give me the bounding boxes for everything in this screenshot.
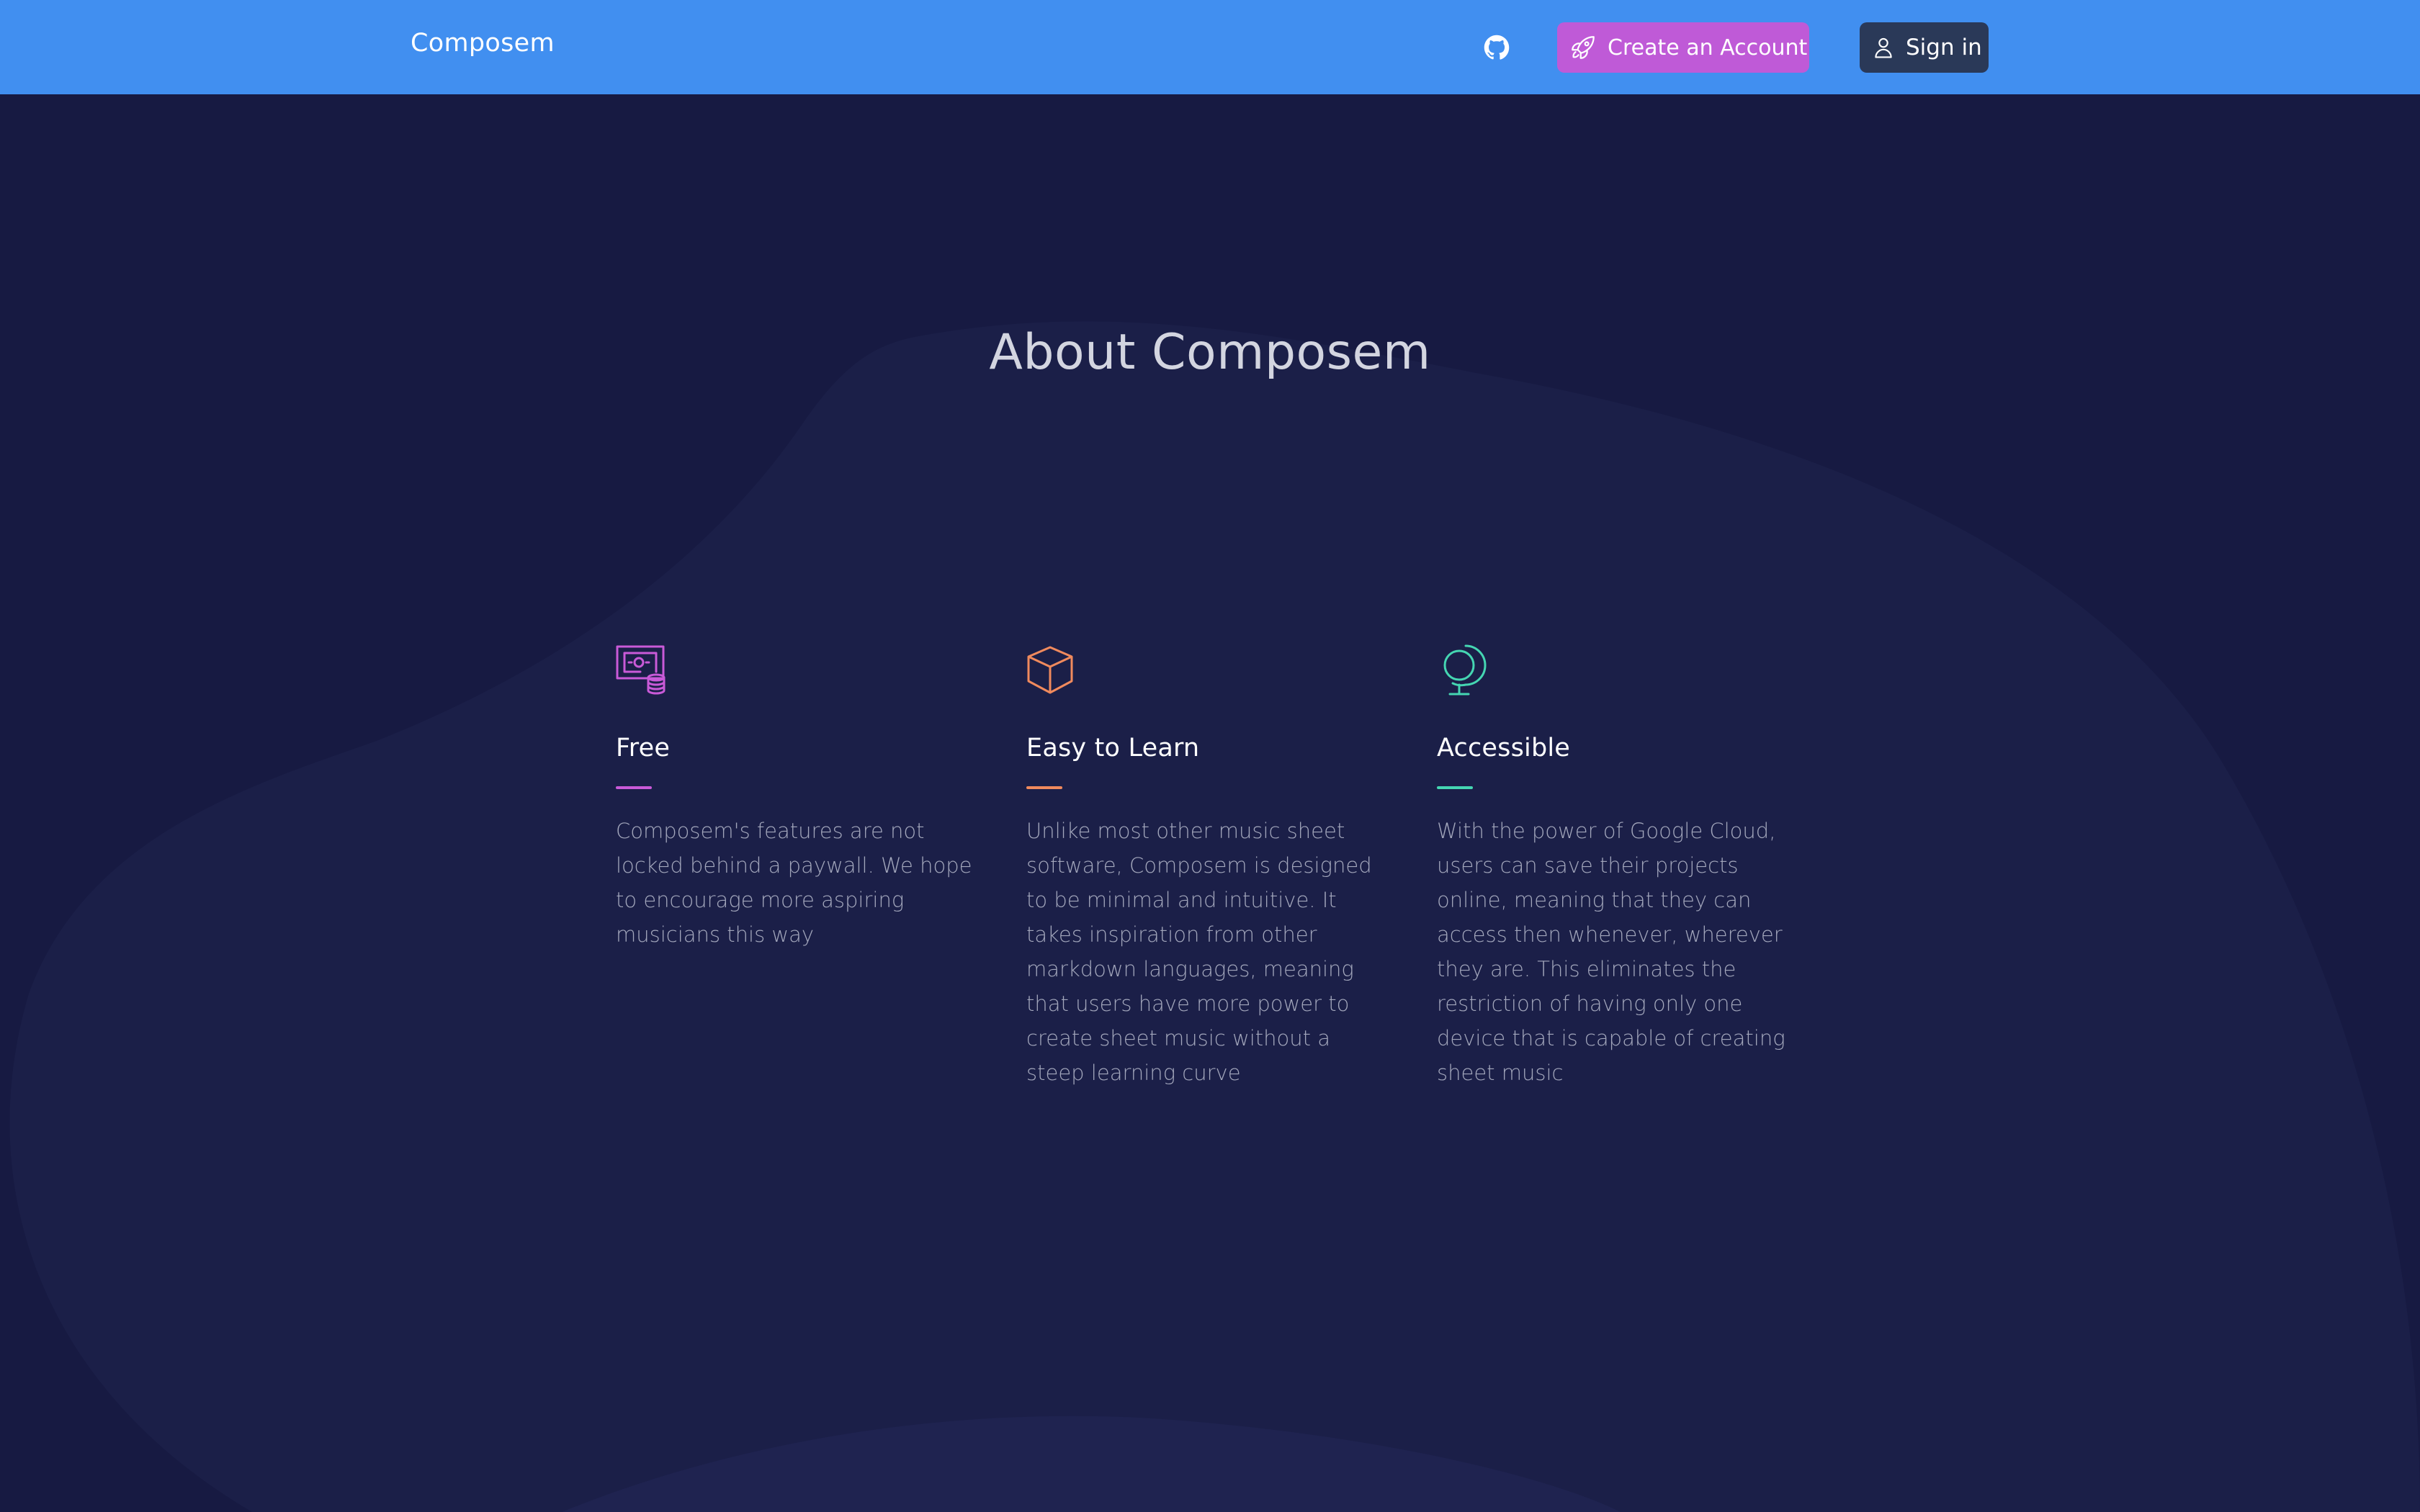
create-account-label: Create an Account — [1608, 35, 1808, 60]
feature-easy-to-learn: Easy to Learn Unlike most other music sh… — [1026, 644, 1394, 1090]
create-account-button[interactable]: Create an Account — [1557, 22, 1809, 73]
cash-icon — [616, 645, 666, 695]
feature-description: Unlike most other music sheet software, … — [1026, 819, 1372, 1085]
feature-description: With the power of Google Cloud, users ca… — [1437, 819, 1785, 1085]
rocket-icon — [1572, 36, 1595, 59]
sign-in-button[interactable]: Sign in — [1860, 22, 1989, 73]
feature-divider — [1026, 786, 1062, 789]
globe-icon — [1443, 644, 1487, 696]
feature-description: Composem's features are not locked behin… — [616, 819, 972, 947]
user-icon — [1875, 37, 1892, 58]
feature-divider — [1437, 786, 1473, 789]
sign-in-label: Sign in — [1906, 35, 1982, 60]
brand-logo-text[interactable]: Composem — [411, 29, 555, 58]
about-title: About Composem — [989, 324, 1431, 381]
cube-icon — [1027, 646, 1073, 694]
feature-accessible: Accessible With the power of Google Clou… — [1437, 644, 1804, 1090]
feature-title: Easy to Learn — [1026, 734, 1200, 762]
feature-title: Free — [616, 734, 671, 762]
github-icon[interactable] — [1482, 32, 1512, 63]
top-navbar: Composem Create an Account Sign in — [0, 0, 2420, 94]
page: Composem Create an Account Sign in About… — [0, 0, 2420, 1512]
feature-divider — [616, 786, 652, 789]
feature-title: Accessible — [1437, 734, 1571, 762]
feature-free: Free Composem's features are not locked … — [616, 644, 983, 952]
